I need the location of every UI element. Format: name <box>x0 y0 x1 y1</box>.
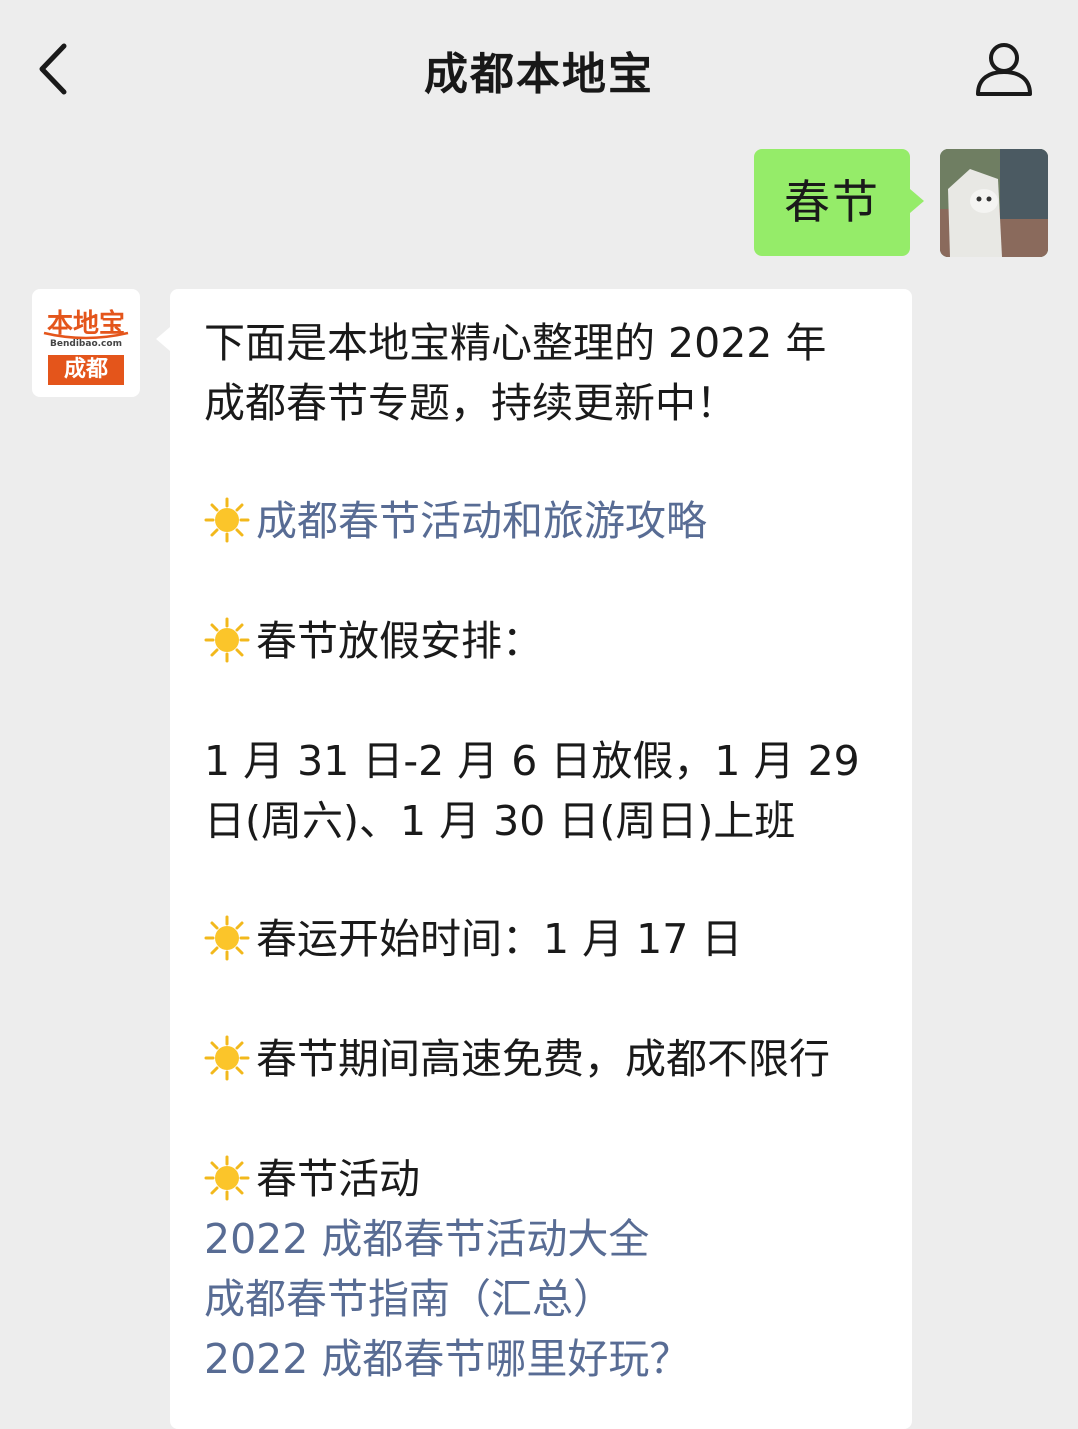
holiday-line-2: 日(周六)、1 月 30 日(周日)上班 <box>204 797 796 845</box>
holiday-line-1: 1 月 31 日-2 月 6 日放假，1 月 29 <box>204 737 860 785</box>
logo-city-badge: 成都 <box>48 355 124 385</box>
intro-line-1: 下面是本地宝精心整理的 2022 年 <box>204 319 827 367</box>
outgoing-message-bubble[interactable]: 春节 <box>754 149 924 256</box>
sun-icon <box>204 1035 250 1081</box>
top-bar: 成都本地宝 <box>0 0 1078 130</box>
sun-icon <box>204 915 250 961</box>
chunyun-item: 春运开始时间：1 月 17 日 <box>204 909 742 969</box>
page-title: 成都本地宝 <box>424 49 654 100</box>
incoming-message-bubble: 下面是本地宝精心整理的 2022 年 成都春节专题，持续更新中！ 成都春节活动和… <box>156 289 912 1429</box>
user-avatar-photo <box>940 149 1048 257</box>
chunyun-text: 春运开始时间：1 月 17 日 <box>256 915 743 963</box>
sun-icon <box>204 497 250 543</box>
user-avatar[interactable] <box>940 149 1048 257</box>
holiday-title: 春节放假安排： <box>256 617 543 665</box>
activity-link-3[interactable]: 2022 成都春节哪里好玩？ <box>204 1329 690 1389</box>
activity-title: 春节活动 <box>256 1155 420 1203</box>
logo-url: Bendibao.com <box>50 339 122 349</box>
sun-icon <box>204 617 250 663</box>
holiday-heading: 春节放假安排： <box>204 611 543 671</box>
activity-link-2[interactable]: 成都春节指南（汇总） <box>204 1269 614 1329</box>
activity-heading: 春节活动 <box>204 1149 420 1209</box>
highway-text: 春节期间高速免费，成都不限行 <box>256 1035 830 1083</box>
activity-link-1[interactable]: 2022 成都春节活动大全 <box>204 1209 649 1269</box>
sun-icon <box>204 1155 250 1201</box>
bot-avatar[interactable]: 本地宝 Bendibao.com 成都 <box>32 289 140 397</box>
guide-item: 成都春节活动和旅游攻略 <box>204 491 707 551</box>
highway-item: 春节期间高速免费，成都不限行 <box>204 1029 830 1089</box>
user-icon <box>976 43 1032 96</box>
profile-button[interactable] <box>968 38 1040 102</box>
guide-link[interactable]: 成都春节活动和旅游攻略 <box>256 497 707 545</box>
intro-line-2: 成都春节专题，持续更新中！ <box>204 379 737 427</box>
